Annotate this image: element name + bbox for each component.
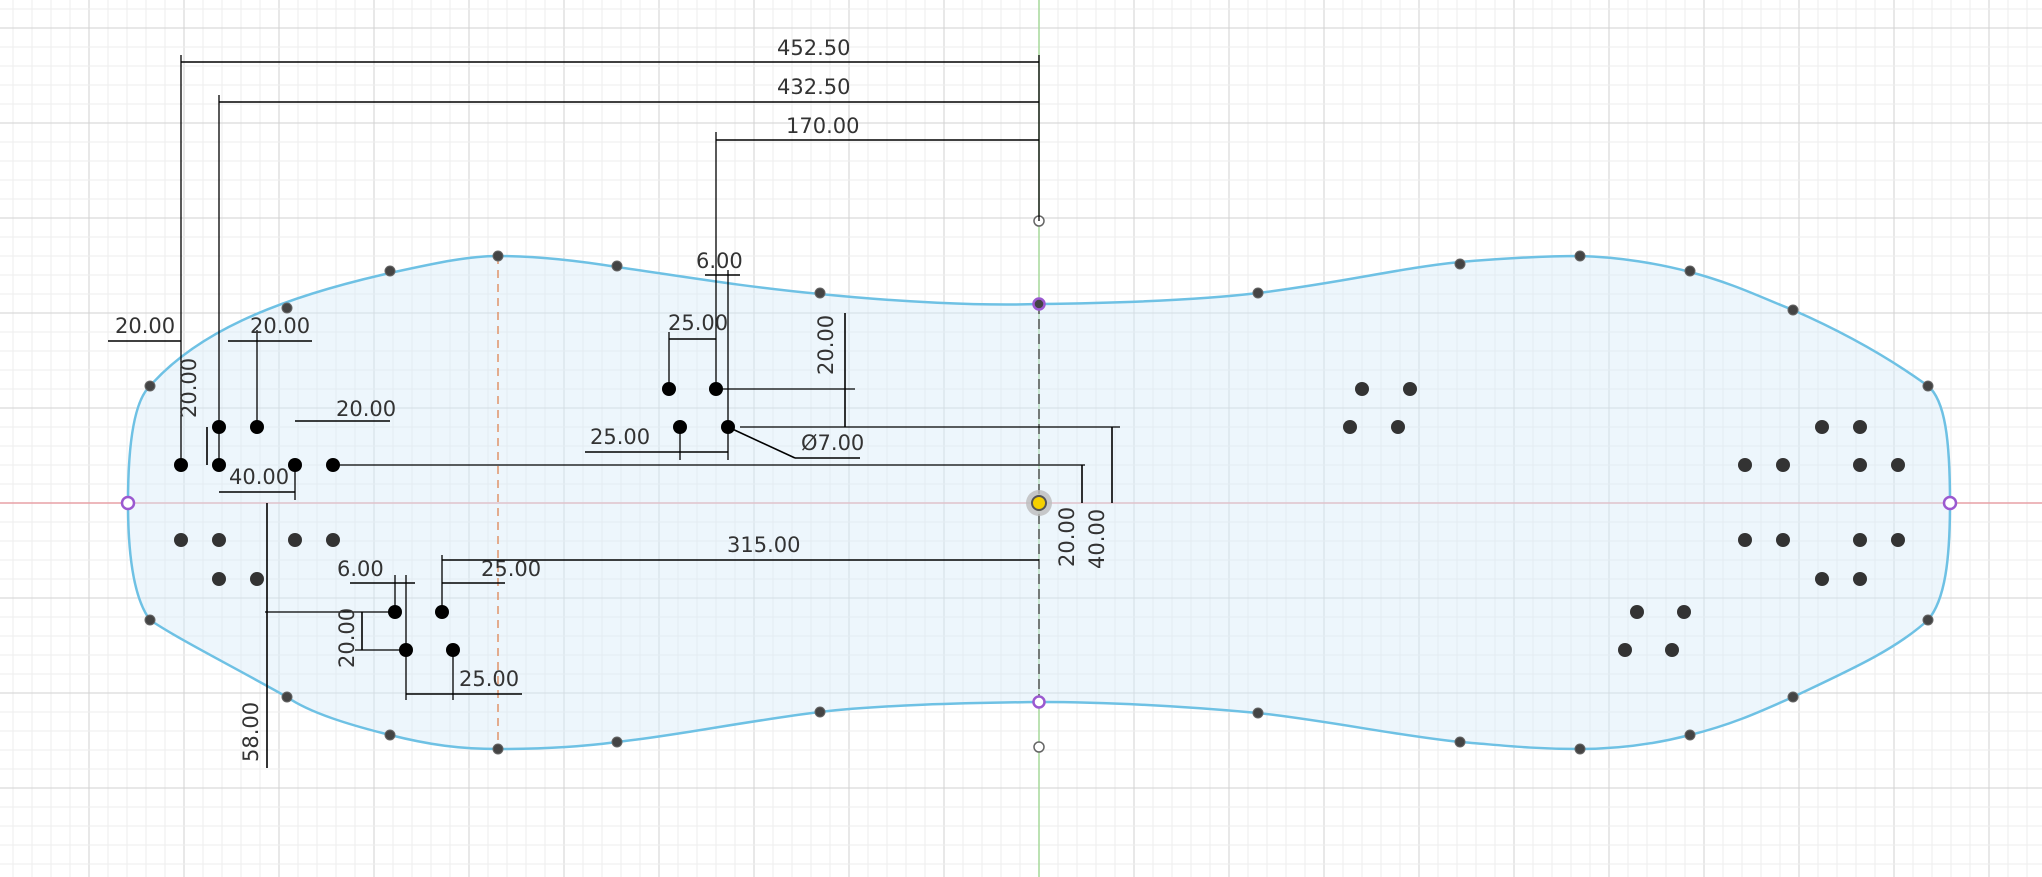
hole[interactable]: [1677, 605, 1691, 619]
dimension-label[interactable]: 20.00: [335, 608, 359, 668]
spline-point[interactable]: [814, 287, 826, 299]
spline-point[interactable]: [1454, 258, 1466, 270]
dimension-label[interactable]: 452.50: [777, 36, 850, 60]
dimension-label[interactable]: 6.00: [696, 249, 743, 273]
hole[interactable]: [1391, 420, 1405, 434]
dimension-label[interactable]: 20.00: [177, 358, 201, 418]
spline-point[interactable]: [281, 302, 293, 314]
hole[interactable]: [1891, 458, 1905, 472]
dimension-label[interactable]: 170.00: [786, 114, 859, 138]
spline-point[interactable]: [1922, 614, 1934, 626]
dimension-label[interactable]: 58.00: [239, 702, 263, 762]
spline-point[interactable]: [1684, 265, 1696, 277]
dimension-label[interactable]: 432.50: [777, 75, 850, 99]
spline-point[interactable]: [1252, 287, 1264, 299]
hole[interactable]: [1853, 572, 1867, 586]
spline-point[interactable]: [814, 706, 826, 718]
left-end-point[interactable]: [120, 495, 136, 511]
hole[interactable]: [1630, 605, 1644, 619]
hole[interactable]: [1343, 420, 1357, 434]
hole[interactable]: [174, 533, 188, 547]
sketch-canvas[interactable]: 452.50 432.50 170.00 6.00 25.00 20.00 20…: [0, 0, 2042, 877]
hole[interactable]: [1853, 458, 1867, 472]
dimension-label[interactable]: 25.00: [590, 425, 650, 449]
hole[interactable]: [1891, 533, 1905, 547]
bottom-endpoint[interactable]: [1033, 741, 1045, 753]
dimension-label[interactable]: 40.00: [229, 465, 289, 489]
dimension-label[interactable]: 315.00: [727, 533, 800, 557]
spline-point[interactable]: [1574, 250, 1586, 262]
dimension-label[interactable]: 20.00: [1055, 507, 1079, 567]
spline-point[interactable]: [1454, 736, 1466, 748]
hole[interactable]: [1738, 533, 1752, 547]
hole[interactable]: [1403, 382, 1417, 396]
spline-point[interactable]: [144, 614, 156, 626]
spline-point[interactable]: [611, 736, 623, 748]
hole[interactable]: [288, 533, 302, 547]
hole[interactable]: [212, 533, 226, 547]
spline-point[interactable]: [492, 250, 504, 262]
hole[interactable]: [1355, 382, 1369, 396]
hole[interactable]: [1815, 420, 1829, 434]
dimension-label[interactable]: 40.00: [1085, 509, 1109, 569]
spline-point[interactable]: [1252, 707, 1264, 719]
dimension-label[interactable]: 20.00: [115, 314, 175, 338]
hole[interactable]: [1776, 458, 1790, 472]
dimension-label[interactable]: 20.00: [814, 315, 838, 375]
dimension-label[interactable]: 20.00: [336, 397, 396, 421]
spline-point[interactable]: [1922, 380, 1934, 392]
right-end-point[interactable]: [1942, 495, 1958, 511]
origin-point[interactable]: [1031, 495, 1047, 511]
hole[interactable]: [250, 572, 264, 586]
top-midpoint[interactable]: [1032, 297, 1046, 311]
dimension-label[interactable]: 20.00: [250, 314, 310, 338]
hole[interactable]: [1815, 572, 1829, 586]
spline-point[interactable]: [281, 691, 293, 703]
spline-point[interactable]: [144, 380, 156, 392]
spline-point[interactable]: [384, 729, 396, 741]
dimension-label[interactable]: 6.00: [337, 557, 384, 581]
spline-point[interactable]: [1574, 743, 1586, 755]
dimension-label[interactable]: Ø7.00: [801, 431, 864, 455]
hole[interactable]: [1618, 643, 1632, 657]
dimension-label[interactable]: 25.00: [459, 667, 519, 691]
spline-point[interactable]: [611, 260, 623, 272]
bottom-midpoint[interactable]: [1032, 695, 1046, 709]
hole[interactable]: [1665, 643, 1679, 657]
hole[interactable]: [1776, 533, 1790, 547]
hole[interactable]: [1738, 458, 1752, 472]
spline-point[interactable]: [1684, 729, 1696, 741]
spline-point[interactable]: [1787, 691, 1799, 703]
spline-point[interactable]: [1787, 304, 1799, 316]
hole[interactable]: [1853, 533, 1867, 547]
dimension-label[interactable]: 25.00: [481, 557, 541, 581]
hole[interactable]: [212, 572, 226, 586]
hole[interactable]: [326, 533, 340, 547]
spline-point[interactable]: [492, 743, 504, 755]
spline-point[interactable]: [384, 265, 396, 277]
hole[interactable]: [1853, 420, 1867, 434]
dimension-label[interactable]: 25.00: [668, 311, 728, 335]
